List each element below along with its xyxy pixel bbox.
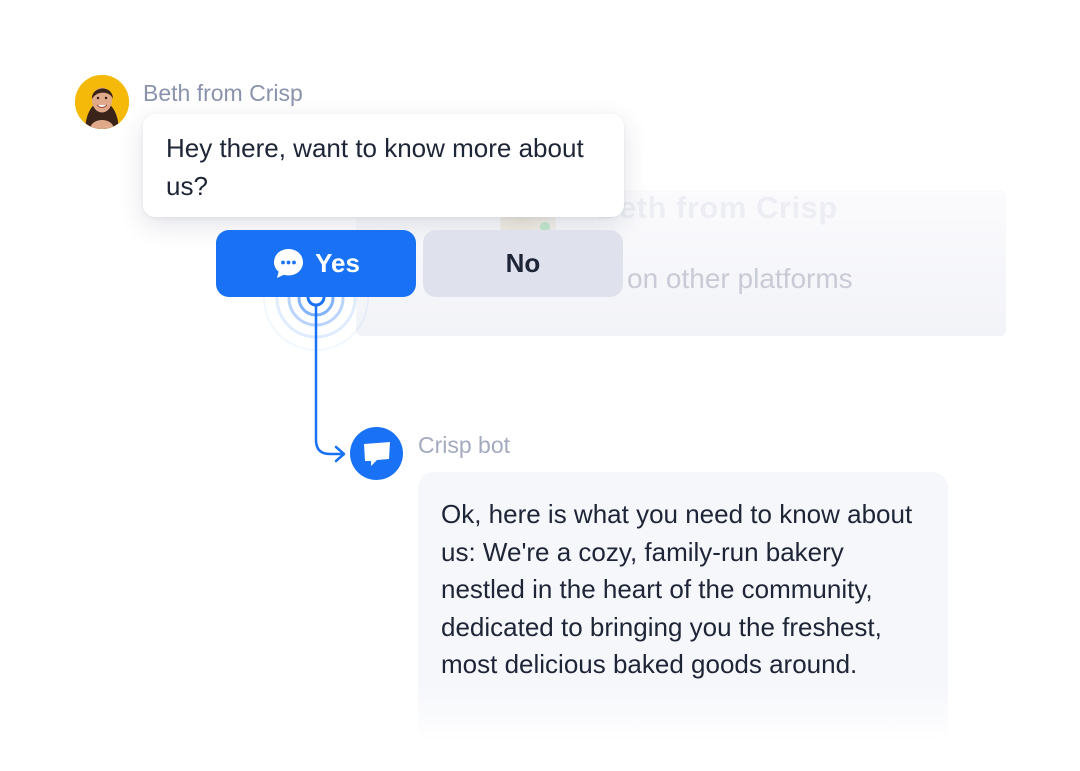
beth-avatar <box>75 75 129 129</box>
avatar <box>75 75 129 129</box>
beth-sender-name: Beth from Crisp <box>143 80 303 106</box>
crisp-chat-icon <box>363 441 390 466</box>
bot-avatar <box>350 427 403 480</box>
no-button[interactable]: No <box>423 230 623 297</box>
bot-message-bubble: Ok, here is what you need to know about … <box>418 472 948 742</box>
beth-message-text: Hey there, want to know more about us? <box>166 133 584 201</box>
yes-button[interactable]: Yes <box>216 230 416 297</box>
yes-button-label: Yes <box>315 248 360 278</box>
no-button-label: No <box>505 248 541 278</box>
bot-sender-name: Crisp bot <box>418 432 511 458</box>
chat-bubble-dots-icon <box>274 249 304 278</box>
bot-message-text: Ok, here is what you need to know about … <box>441 499 913 680</box>
beth-message-bubble: Hey there, want to know more about us? <box>143 114 624 217</box>
